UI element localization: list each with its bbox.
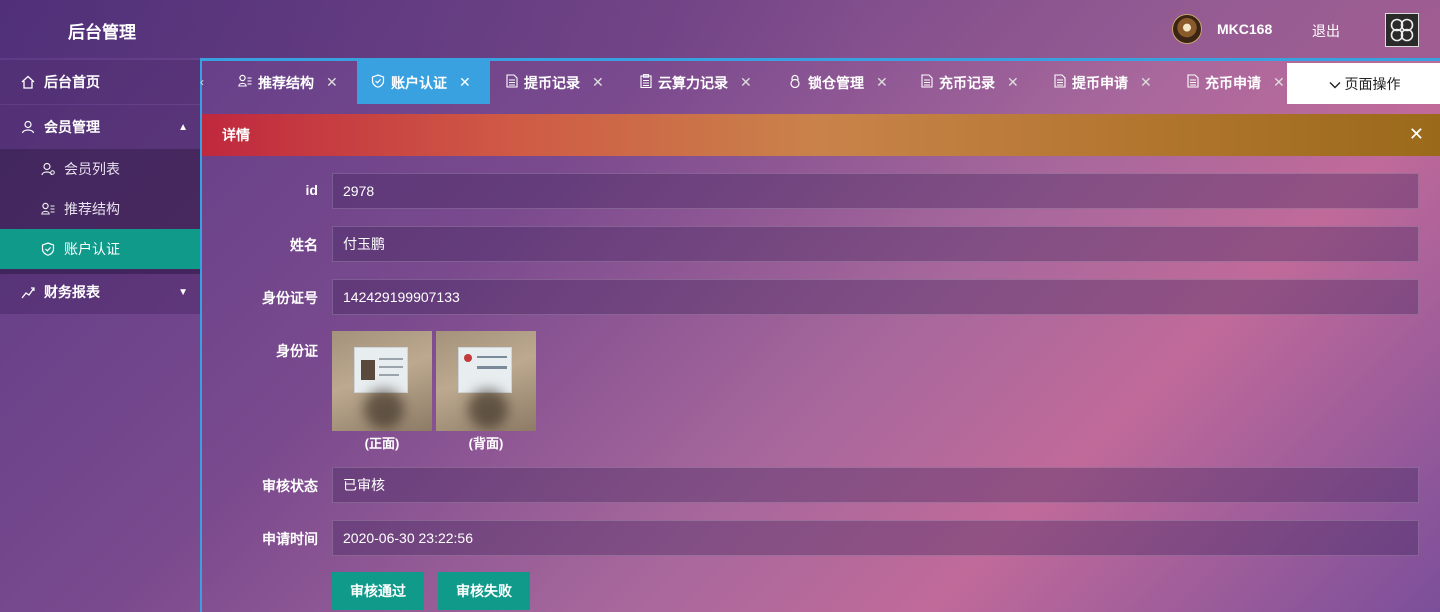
status-field[interactable]: 已审核 xyxy=(332,467,1419,503)
close-tab-icon[interactable]: ✕ xyxy=(1140,74,1152,91)
user-list-icon xyxy=(40,162,56,176)
reject-button[interactable]: 审核失败 xyxy=(438,572,530,610)
referral-icon xyxy=(40,202,56,216)
id-card-back-image[interactable] xyxy=(436,331,536,431)
tab-cloud-power-records[interactable]: 云算力记录 ✕ xyxy=(626,61,774,104)
sidebar-item-referral[interactable]: 推荐结构 xyxy=(0,189,200,229)
close-tab-icon[interactable]: ✕ xyxy=(459,74,471,91)
page-actions-dropdown[interactable]: 页面操作 xyxy=(1287,63,1440,104)
name-field[interactable]: 付玉鹏 xyxy=(332,226,1419,262)
clover-logo-icon xyxy=(1390,18,1414,42)
chevron-down-icon xyxy=(1329,76,1341,92)
document-icon xyxy=(1054,74,1066,91)
sidebar-item-label: 会员列表 xyxy=(64,161,120,177)
tab-account-verify[interactable]: 账户认证 ✕ xyxy=(357,61,490,104)
sidebar-item-label: 账户认证 xyxy=(64,241,120,257)
lock-icon xyxy=(788,74,802,91)
chart-icon xyxy=(20,285,36,299)
close-tab-icon[interactable]: ✕ xyxy=(592,74,604,91)
id-number-label: 身份证号 xyxy=(262,290,318,306)
dialog-header: 详情 ✕ xyxy=(202,114,1440,156)
sidebar-item-members[interactable]: 会员管理 ▲ xyxy=(0,105,200,149)
caret-up-icon: ▲ xyxy=(178,121,188,133)
sidebar-item-member-list[interactable]: 会员列表 xyxy=(0,149,200,189)
id-card-front-photo xyxy=(354,347,408,393)
tab-label: 充币记录 xyxy=(939,74,995,91)
document-icon xyxy=(1187,74,1199,91)
home-icon xyxy=(20,75,36,89)
tab-label: 推荐结构 xyxy=(258,74,314,91)
id-field[interactable]: 2978 xyxy=(332,173,1419,209)
document-icon xyxy=(506,74,518,91)
clipboard-icon xyxy=(640,74,652,91)
id-label: id xyxy=(305,182,318,198)
id-number-field[interactable]: 142429199907133 xyxy=(332,279,1419,315)
sidebar-item-label: 后台首页 xyxy=(44,74,100,90)
tab-withdraw-requests[interactable]: 提币申请 ✕ xyxy=(1040,61,1173,104)
id-number-value: 142429199907133 xyxy=(343,289,460,305)
referral-icon xyxy=(238,74,252,91)
tab-label: 账户认证 xyxy=(391,74,447,91)
time-value: 2020-06-30 23:22:56 xyxy=(343,530,473,546)
id-card-label: 身份证 xyxy=(276,343,318,359)
user-avatar[interactable] xyxy=(1172,14,1202,44)
username[interactable]: MKC168 xyxy=(1217,21,1272,37)
scroll-left-icon[interactable]: ‹ xyxy=(200,75,204,89)
approve-button[interactable]: 审核通过 xyxy=(332,572,424,610)
tab-deposit-records[interactable]: 充币记录 ✕ xyxy=(907,61,1040,104)
id-value: 2978 xyxy=(343,183,375,199)
sidebar-item-home[interactable]: 后台首页 xyxy=(0,60,200,104)
tab-label: 充币申请 xyxy=(1205,74,1261,91)
members-submenu: 会员列表 推荐结构 账户认证 xyxy=(0,149,200,274)
sidebar-item-finance[interactable]: 财务报表 ▼ xyxy=(0,270,200,314)
tab-withdraw-records[interactable]: 提币记录 ✕ xyxy=(492,61,625,104)
close-tab-icon[interactable]: ✕ xyxy=(326,74,338,91)
sidebar: 后台首页 会员管理 ▲ 会员列表 推荐结构 账户认证 财务报表 ▼ xyxy=(0,58,200,612)
page-actions-label: 页面操作 xyxy=(1344,75,1401,92)
name-value: 付玉鹏 xyxy=(343,236,385,252)
top-header: 后台管理 MKC168 退出 xyxy=(0,0,1440,58)
sidebar-item-label: 推荐结构 xyxy=(64,201,120,217)
user-icon xyxy=(20,120,36,134)
tab-referral[interactable]: 推荐结构 ✕ xyxy=(224,61,357,104)
sidebar-item-account-verify[interactable]: 账户认证 xyxy=(0,229,200,269)
sidebar-item-label: 财务报表 xyxy=(44,284,100,300)
document-icon xyxy=(921,74,933,91)
tab-label: 提币申请 xyxy=(1072,74,1128,91)
status-value: 已审核 xyxy=(343,477,385,493)
tab-lock-management[interactable]: 锁仓管理 ✕ xyxy=(774,61,907,104)
status-label: 审核状态 xyxy=(262,478,318,494)
app-title: 后台管理 xyxy=(68,23,136,42)
dialog-title: 详情 xyxy=(222,127,250,143)
time-label: 申请时间 xyxy=(262,531,318,547)
shield-icon xyxy=(40,242,56,256)
time-field[interactable]: 2020-06-30 23:22:56 xyxy=(332,520,1419,556)
sidebar-item-label: 会员管理 xyxy=(44,119,100,135)
close-icon[interactable]: ✕ xyxy=(1409,124,1424,145)
logout-link[interactable]: 退出 xyxy=(1312,21,1340,41)
app-logo[interactable] xyxy=(1385,13,1419,47)
tab-label: 锁仓管理 xyxy=(808,74,864,91)
tab-bar: ‹ 推荐结构 ✕ 账户认证 ✕ 提币记录 ✕ 云算力记录 ✕ 锁仓管理 ✕ 充币… xyxy=(200,61,1440,104)
tab-label: 云算力记录 xyxy=(658,74,728,91)
name-label: 姓名 xyxy=(290,237,318,253)
close-tab-icon[interactable]: ✕ xyxy=(1007,74,1019,91)
id-card-back-photo xyxy=(458,347,512,393)
back-caption: (背面) xyxy=(468,436,504,451)
close-tab-icon[interactable]: ✕ xyxy=(876,74,888,91)
front-caption: (正面) xyxy=(364,436,400,451)
image-shadow xyxy=(468,389,508,429)
tab-deposit-requests[interactable]: 充币申请 ✕ xyxy=(1173,61,1287,104)
id-card-front-image[interactable] xyxy=(332,331,432,431)
caret-down-icon: ▼ xyxy=(178,286,188,298)
image-shadow xyxy=(364,389,404,429)
close-tab-icon[interactable]: ✕ xyxy=(1273,74,1285,91)
tab-label: 提币记录 xyxy=(524,74,580,91)
shield-icon xyxy=(371,74,385,91)
close-tab-icon[interactable]: ✕ xyxy=(740,74,752,91)
